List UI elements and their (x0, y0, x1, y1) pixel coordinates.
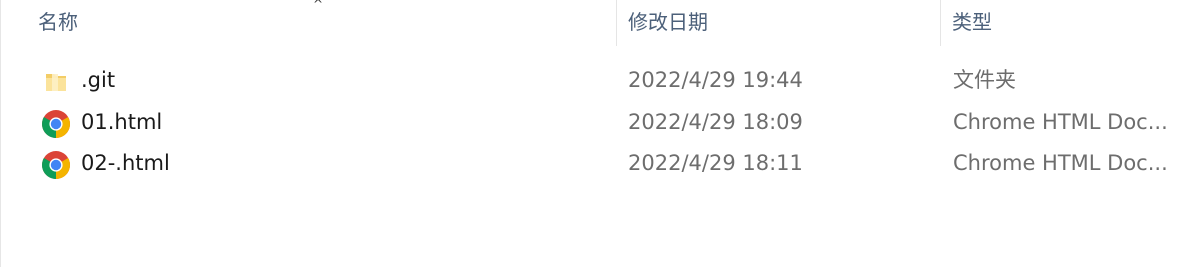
sort-ascending-icon: ^ (313, 0, 324, 11)
file-type: 文件夹 (953, 68, 1016, 92)
column-resize-handle-name[interactable] (616, 0, 617, 46)
file-type: Chrome HTML Doc... (953, 110, 1168, 134)
file-explorer-view: 名称 ^ 修改日期 类型 .git 2022/4/29 19:44 文件夹 01… (0, 0, 1195, 267)
column-header-date-modified[interactable]: 修改日期 (628, 0, 928, 46)
folder-icon (41, 67, 71, 97)
file-name: 02-.html (81, 151, 170, 175)
file-date-modified: 2022/4/29 18:09 (628, 110, 803, 134)
column-header-bar: 名称 ^ 修改日期 类型 (0, 0, 1195, 46)
file-name: 01.html (81, 110, 163, 134)
file-row-git[interactable]: .git 2022/4/29 19:44 文件夹 (30, 60, 1190, 100)
chrome-icon (41, 109, 71, 139)
file-date-modified: 2022/4/29 18:11 (628, 151, 803, 175)
column-resize-handle-date[interactable] (940, 0, 941, 46)
column-header-type[interactable]: 类型 (952, 0, 1192, 46)
file-row-01-html[interactable]: 01.html 2022/4/29 18:09 Chrome HTML Doc.… (30, 102, 1190, 142)
file-row-02-html[interactable]: 02-.html 2022/4/29 18:11 Chrome HTML Doc… (30, 143, 1190, 183)
file-type: Chrome HTML Doc... (953, 151, 1168, 175)
chrome-icon (41, 150, 71, 180)
file-date-modified: 2022/4/29 19:44 (628, 68, 803, 92)
file-name: .git (81, 68, 116, 92)
